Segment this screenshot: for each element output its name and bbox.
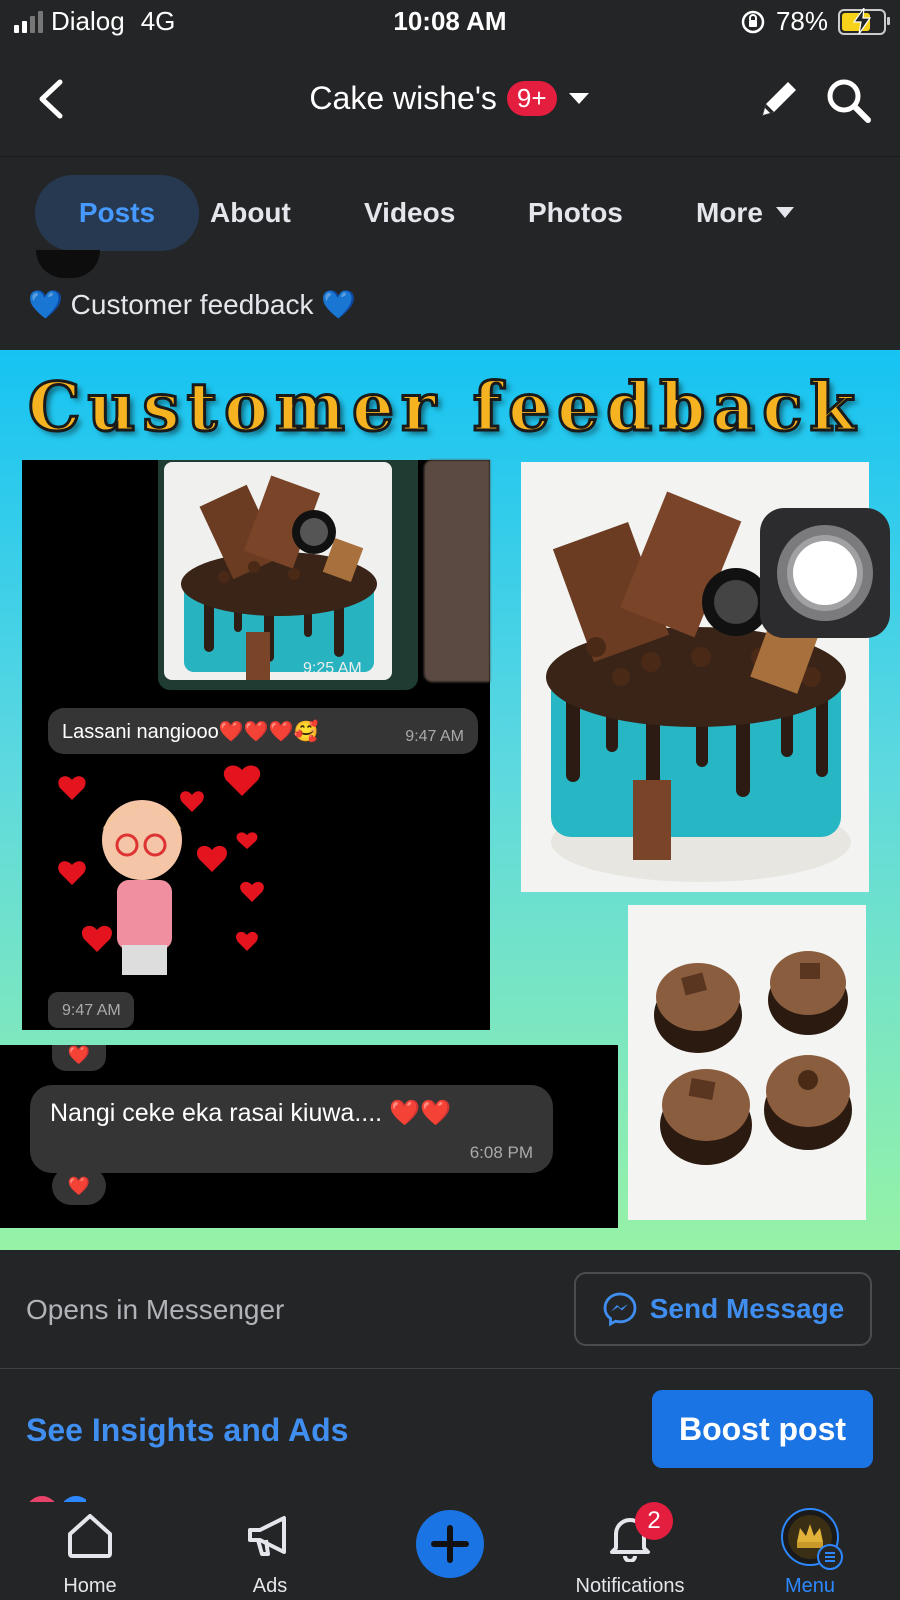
blue-heart-emoji: 💙 xyxy=(28,289,63,320)
shared-photo-bubble: 9:25 AM xyxy=(158,460,418,690)
page-header: Cake wishe's 9+ xyxy=(0,46,900,157)
message-timestamp: 9:47 AM xyxy=(405,728,464,745)
menu-lines-icon xyxy=(817,1544,843,1570)
search-icon[interactable] xyxy=(824,76,872,124)
chevron-down-icon xyxy=(568,92,589,104)
tab-more[interactable]: More xyxy=(696,175,795,251)
message-timestamp: 6:08 PM xyxy=(469,1143,533,1162)
cake-photo-small xyxy=(164,462,392,680)
nav-home[interactable]: Home xyxy=(40,1502,140,1600)
love-sticker xyxy=(42,760,282,980)
post-image[interactable]: Customer feedback 9:25 AM Lassani nangio… xyxy=(0,350,900,1250)
tab-more-label: More xyxy=(696,197,763,228)
reaction-heart: ❤️ xyxy=(52,1167,106,1205)
messenger-icon xyxy=(603,1292,637,1327)
sticker-timestamp-bubble: 9:47 AM xyxy=(48,992,134,1028)
status-right: 78% xyxy=(740,6,890,37)
send-message-label: Send Message xyxy=(649,1293,845,1324)
nav-ads-label: Ads xyxy=(252,1575,288,1597)
cupcakes-photo xyxy=(628,905,866,1220)
create-post-button[interactable] xyxy=(416,1510,484,1578)
nav-menu[interactable]: Menu xyxy=(760,1502,860,1600)
battery-icon xyxy=(838,7,890,35)
megaphone-icon xyxy=(248,1516,286,1556)
orientation-lock-icon xyxy=(741,10,765,33)
send-message-button[interactable]: Send Message xyxy=(574,1272,872,1346)
battery-percent: 78% xyxy=(775,6,828,36)
status-bar: Dialog 4G 10:08 AM 78% xyxy=(0,0,900,46)
message-text: Nangi ceke eka rasai kiuwa.... ❤️❤️ xyxy=(50,1099,452,1127)
notification-count-badge: 9+ xyxy=(506,81,557,116)
message-text: Lassani nangiooo❤️❤️❤️🥰 xyxy=(62,721,319,743)
cake-illustration xyxy=(181,475,377,680)
page-profile-avatar xyxy=(781,1508,843,1570)
caret-down-icon xyxy=(775,207,794,218)
see-insights-link[interactable]: See Insights and Ads xyxy=(26,1412,348,1449)
image-title: Customer feedback xyxy=(26,367,863,448)
edit-pencil-icon[interactable] xyxy=(756,76,802,122)
opens-in-messenger-label: Opens in Messenger xyxy=(26,1294,285,1325)
chat-screenshot-2: ❤️ Nangi ceke eka rasai kiuwa.... ❤️❤️ 6… xyxy=(0,1045,618,1228)
nav-ads[interactable]: Ads xyxy=(220,1502,320,1600)
notifications-badge: 2 xyxy=(635,1502,673,1540)
tab-about[interactable]: About xyxy=(210,175,291,251)
author-avatar[interactable] xyxy=(36,250,100,278)
nav-notifications-label: Notifications xyxy=(575,1575,685,1597)
tab-videos[interactable]: Videos xyxy=(364,175,455,251)
page-title: Cake wishe's xyxy=(309,80,497,116)
reaction-heart: ❤️ xyxy=(52,1045,106,1071)
post-text: 💙 Customer feedback 💙 xyxy=(28,288,356,321)
nav-home-label: Home xyxy=(63,1575,117,1597)
boost-post-button[interactable]: Boost post xyxy=(652,1390,873,1468)
tab-posts[interactable]: Posts xyxy=(35,175,199,251)
blue-heart-emoji: 💙 xyxy=(321,289,357,320)
assistive-touch-button[interactable] xyxy=(760,508,890,638)
tab-photos[interactable]: Photos xyxy=(528,175,623,251)
home-icon xyxy=(68,1514,112,1558)
nav-notifications[interactable]: 2 Notifications xyxy=(560,1502,700,1600)
chat-screenshot-1: 9:25 AM Lassani nangiooo❤️❤️❤️🥰 9:47 AM xyxy=(22,460,490,1030)
sticker-timestamp: 9:47 AM xyxy=(62,1002,121,1019)
post-caption: Customer feedback xyxy=(70,289,314,320)
photo-timestamp: 9:25 AM xyxy=(303,660,362,677)
cupcakes-illustration xyxy=(654,951,852,1165)
bottom-nav: Home Ads 2 Notifications Menu xyxy=(0,1502,900,1600)
message-bubble: Nangi ceke eka rasai kiuwa.... ❤️❤️ 6:08… xyxy=(30,1085,553,1173)
messenger-cta-row: Opens in Messenger Send Message xyxy=(0,1250,900,1369)
plus-icon xyxy=(431,1525,469,1563)
nav-menu-label: Menu xyxy=(784,1575,836,1597)
blurred-photo xyxy=(424,460,490,682)
message-bubble: Lassani nangiooo❤️❤️❤️🥰 9:47 AM xyxy=(48,708,478,754)
page-tabs: Posts About Videos Photos More xyxy=(0,157,900,257)
